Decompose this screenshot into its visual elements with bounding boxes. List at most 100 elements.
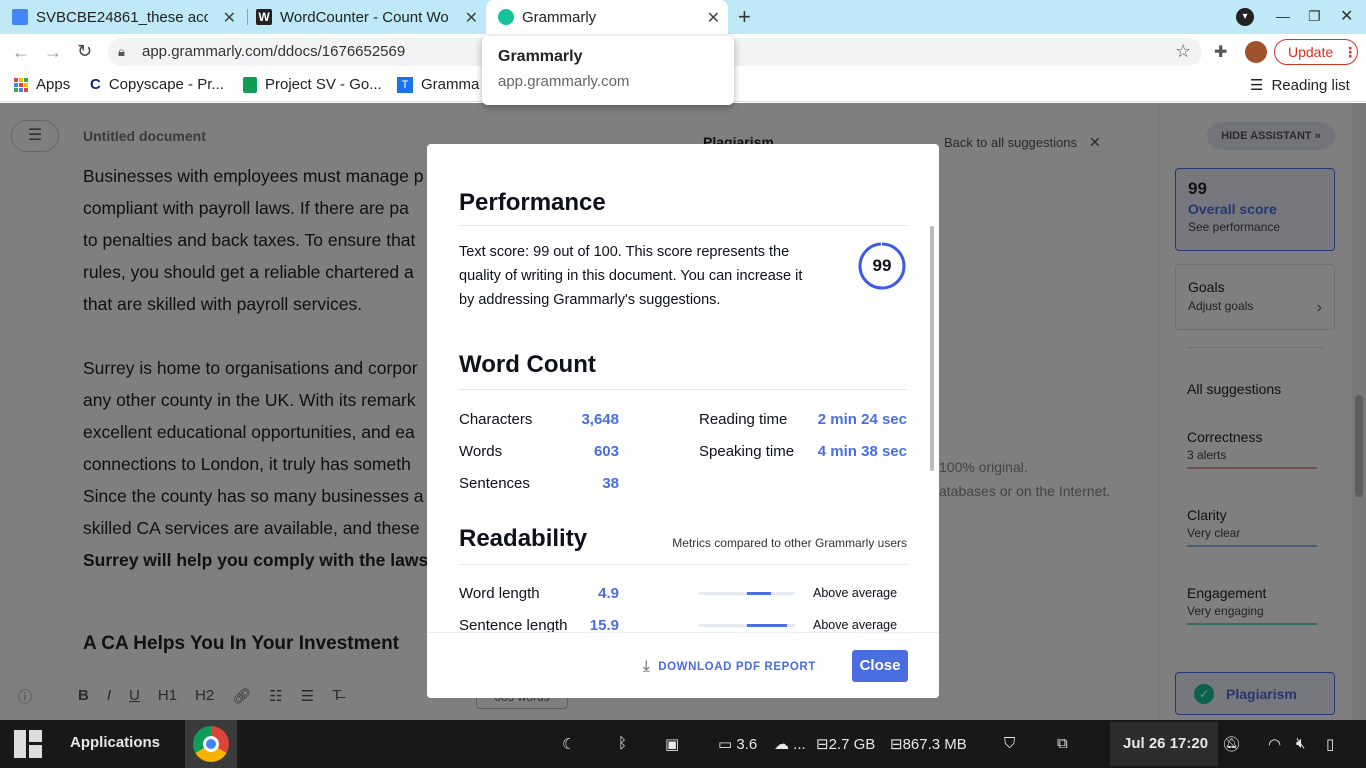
hover-card-domain: app.grammarly.com <box>498 73 630 90</box>
reading-list-label: Reading list <box>1271 76 1350 94</box>
download-pdf-button[interactable]: ⤓ DOWNLOAD PDF REPORT <box>643 658 816 675</box>
chrome-taskbar-button[interactable] <box>185 720 237 768</box>
bookmark-project-sv[interactable]: Project SV - Go... <box>243 76 382 93</box>
reading-time-value: 2 min 24 sec <box>817 411 907 428</box>
performance-dialog: Performance Text score: 99 out of 100. T… <box>427 144 939 698</box>
speaking-time-value: 4 min 38 sec <box>817 443 907 460</box>
bookmark-apps[interactable]: Apps <box>14 76 70 93</box>
manjaro-logo-icon[interactable] <box>14 730 42 758</box>
back-icon[interactable]: ← <box>12 42 30 63</box>
bookmark-label: Gramma <box>421 76 480 93</box>
tab-wordcounter[interactable]: W WordCounter - Count Wo ✕ <box>256 0 486 34</box>
close-icon[interactable]: ✕ <box>707 8 720 28</box>
tab-grammarly[interactable]: Grammarly ✕ <box>486 0 728 34</box>
volume-muted-icon[interactable]: 🔇︎ <box>1296 735 1305 752</box>
cloud-icon: ☁ <box>774 736 789 753</box>
monitor-icon: ▭ <box>718 736 733 753</box>
bluetooth-icon[interactable]: ᛒ <box>618 735 627 752</box>
tag-icon: T <box>397 76 413 93</box>
forward-icon[interactable]: → <box>44 42 62 63</box>
update-label: Update <box>1288 44 1334 60</box>
copyscape-icon: C <box>90 76 101 93</box>
bookmark-label: Copyscape - Pr... <box>108 76 224 93</box>
disk-value: 2.7 GB <box>828 736 876 753</box>
tab-divider <box>247 9 248 25</box>
download-icon: ⤓ <box>643 658 651 675</box>
reload-icon[interactable]: ↻ <box>77 41 92 62</box>
notifications-off-icon[interactable]: 🔕︎ <box>1222 735 1241 753</box>
sentence-length-bar-fill <box>747 624 787 627</box>
windows-icon[interactable]: ⧉ <box>1057 735 1068 752</box>
apps-grid-icon <box>14 77 28 92</box>
bookmark-copyscape[interactable]: C Copyscape - Pr... <box>90 76 224 93</box>
new-tab-icon[interactable]: + <box>738 4 751 30</box>
characters-label: Characters <box>459 411 533 428</box>
wordcounter-icon: W <box>256 9 272 25</box>
word-length-rating: Above average <box>813 586 898 600</box>
bookmark-label: Project SV - Go... <box>265 76 382 93</box>
dialog-scrollbar[interactable] <box>930 226 934 471</box>
disk-icon: ⊟ <box>816 736 829 753</box>
battery-icon[interactable]: ▯ <box>1326 735 1334 753</box>
words-value: 603 <box>593 443 619 460</box>
cpu-monitor[interactable]: ▭ 3.6 <box>718 735 757 753</box>
reading-list-button[interactable]: ☰ Reading list <box>1250 76 1350 95</box>
divider <box>459 389 907 390</box>
more-icon: ⋮ <box>1343 43 1358 60</box>
close-icon[interactable]: ✕ <box>223 8 236 28</box>
image-icon[interactable]: ▣ <box>665 735 679 753</box>
chrome-icon <box>193 726 229 762</box>
cpu-value: 3.6 <box>736 736 758 753</box>
tab-docs[interactable]: SVBCBE24861_these acc ✕ <box>12 0 244 34</box>
word-length-label: Word length <box>459 585 540 602</box>
star-icon[interactable]: ☆ <box>1175 41 1191 62</box>
tab-search-icon[interactable]: ▾ <box>1236 8 1254 26</box>
bookmark-grammarly[interactable]: T Gramma <box>397 76 479 93</box>
cloud-status[interactable]: ☁ ... <box>774 735 806 753</box>
bookmark-label: Apps <box>36 76 71 93</box>
night-mode-icon[interactable]: ☾ <box>562 735 575 753</box>
clock[interactable]: Jul 26 17:20 <box>1123 735 1208 752</box>
word-length-bar-fill <box>747 592 771 595</box>
words-label: Words <box>459 443 503 460</box>
shield-icon[interactable]: ⛉ <box>1004 735 1015 752</box>
lock-icon[interactable]: 🔒︎ <box>118 44 125 60</box>
memory-monitor[interactable]: ⊟867.3 MB <box>890 735 967 753</box>
word-count-heading: Word Count <box>459 351 596 378</box>
download-label: DOWNLOAD PDF REPORT <box>658 660 816 673</box>
close-icon[interactable]: ✕ <box>465 8 478 28</box>
speaking-time-label: Speaking time <box>699 443 795 460</box>
cloud-value: ... <box>793 736 806 753</box>
divider <box>459 564 907 565</box>
hover-card-title: Grammarly <box>498 48 583 65</box>
word-length-value: 4.9 <box>598 585 619 602</box>
tab-hover-card: Grammarly app.grammarly.com <box>482 36 734 105</box>
applications-menu[interactable]: Applications <box>70 734 160 751</box>
tab-title: SVBCBE24861_these acc <box>36 8 208 26</box>
readability-note: Metrics compared to other Grammarly user… <box>672 536 907 550</box>
update-button[interactable]: Update ⋮ <box>1274 39 1358 65</box>
sheets-icon <box>243 76 257 93</box>
reading-time-label: Reading time <box>699 411 788 428</box>
performance-text: Text score: 99 out of 100. This score re… <box>459 244 803 308</box>
avatar[interactable] <box>1245 41 1267 63</box>
reading-list-icon: ☰ <box>1250 77 1264 94</box>
close-button[interactable]: Close <box>852 650 908 682</box>
extensions-icon[interactable]: ✚ <box>1214 42 1227 62</box>
characters-value: 3,648 <box>581 411 619 428</box>
disk-monitor[interactable]: ⊟2.7 GB <box>816 735 875 753</box>
sentences-value: 38 <box>602 475 619 492</box>
maximize-icon[interactable]: ❐ <box>1308 8 1321 25</box>
tab-title: WordCounter - Count Wo <box>280 8 449 26</box>
window-close-icon[interactable]: ✕ <box>1340 6 1353 26</box>
url-text: app.grammarly.com/ddocs/1676652569 <box>142 43 406 60</box>
minimize-icon[interactable]: — <box>1276 8 1290 24</box>
score-value: 99 <box>872 256 892 275</box>
grammarly-icon <box>498 9 514 25</box>
wifi-icon[interactable]: ◠ <box>1268 735 1281 753</box>
tab-title: Grammarly <box>522 8 597 26</box>
google-docs-icon <box>12 9 28 25</box>
sentences-label: Sentences <box>459 475 530 492</box>
divider <box>459 225 907 226</box>
memory-value: 867.3 MB <box>902 736 967 753</box>
